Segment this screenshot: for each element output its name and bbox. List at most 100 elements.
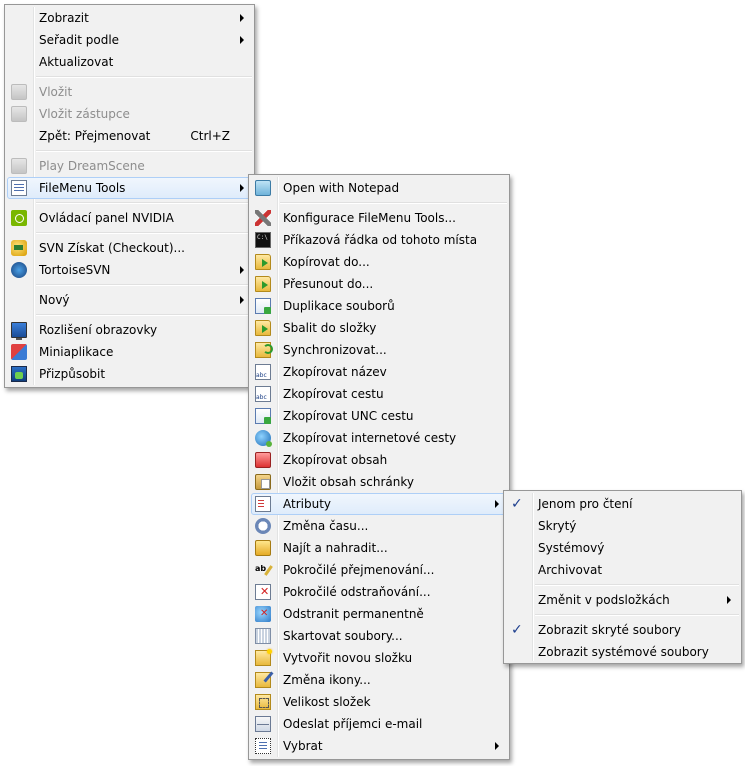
menu-item-filemenu-tools[interactable]: FileMenu Tools (7, 177, 252, 199)
menu-item-advanced-rename[interactable]: Pokročilé přejmenování... (251, 559, 507, 581)
menu-item-label: Duplikace souborů (283, 299, 395, 313)
menu-item-label: Seřadit podle (39, 33, 120, 47)
menu-item-nvidia-control-panel[interactable]: Ovládací panel NVIDIA (7, 207, 252, 229)
menu-item-copy-unc-path[interactable]: Zkopírovat UNC cestu (251, 405, 507, 427)
gadgets-icon (11, 344, 27, 360)
menu-item-attributes[interactable]: Atributy (251, 493, 507, 515)
menu-item-command-prompt-here[interactable]: Příkazová řádka od tohoto místa (251, 229, 507, 251)
copy-path-icon (255, 386, 271, 402)
menu-item-refresh[interactable]: Aktualizovat (7, 51, 252, 73)
dreamscene-icon (11, 158, 27, 174)
menu-item-view[interactable]: Zobrazit (7, 7, 252, 29)
menu-item-new-folder[interactable]: Vytvořit novou složku (251, 647, 507, 669)
menu-item-label: FileMenu Tools (39, 181, 126, 195)
menu-item-label: Open with Notepad (283, 181, 400, 195)
menu-item-change-in-subfolders[interactable]: Změnit v podsložkách (506, 589, 739, 611)
menu-item-label: Vložit obsah schránky (283, 475, 414, 489)
menu-separator (36, 202, 252, 204)
menu-item-gadgets[interactable]: Miniaplikace (7, 341, 252, 363)
menu-item-copy-path[interactable]: Zkopírovat cestu (251, 383, 507, 405)
menu-item-label: Rozlišení obrazovky (39, 323, 158, 337)
menu-item-label: Systémový (538, 541, 605, 555)
menu-item-copy-internet-paths[interactable]: Zkopírovat internetové cesty (251, 427, 507, 449)
menu-item-delete-permanently[interactable]: Odstranit permanentně (251, 603, 507, 625)
menu-item-label: Vložit zástupce (39, 107, 130, 121)
menu-item-copy-to[interactable]: Kopírovat do... (251, 251, 507, 273)
menu-item-pack-to-folder[interactable]: Sbalit do složky (251, 317, 507, 339)
filemenu-tools-submenu: Open with Notepad Konfigurace FileMenu T… (248, 174, 510, 760)
menu-item-label: Změna času... (283, 519, 369, 533)
menu-item-select[interactable]: Vybrat (251, 735, 507, 757)
attributes-submenu: ✓ Jenom pro čtení Skrytý Systémový Archi… (503, 490, 742, 664)
menu-item-archive[interactable]: Archivovat (506, 559, 739, 581)
copy-to-icon (255, 254, 271, 270)
menu-item-read-only[interactable]: ✓ Jenom pro čtení (506, 493, 739, 515)
menu-separator (535, 614, 739, 616)
synchronize-icon (255, 342, 273, 358)
checkmark-icon: ✓ (511, 496, 523, 512)
tortoisesvn-icon (11, 262, 27, 278)
menu-item-open-with-notepad[interactable]: Open with Notepad (251, 177, 507, 199)
menu-item-copy-name[interactable]: Zkopírovat název (251, 361, 507, 383)
menu-item-duplicate-files[interactable]: Duplikace souborů (251, 295, 507, 317)
menu-item-label: Přizpůsobit (39, 367, 106, 381)
menu-item-svn-checkout[interactable]: SVN Získat (Checkout)... (7, 237, 252, 259)
menu-item-shred-files[interactable]: Skartovat soubory... (251, 625, 507, 647)
menu-item-send-email[interactable]: Odeslat příjemci e-mail (251, 713, 507, 735)
menu-item-label: Archivovat (538, 563, 603, 577)
menu-item-label: Atributy (283, 497, 331, 511)
menu-item-folder-size[interactable]: Velikost složek (251, 691, 507, 713)
menu-item-label: TortoiseSVN (39, 263, 111, 277)
menu-item-label: Příkazová řádka od tohoto místa (283, 233, 478, 247)
menu-item-change-time[interactable]: Změna času... (251, 515, 507, 537)
menu-item-label: Najít a nahradit... (283, 541, 388, 555)
menu-item-change-icon[interactable]: Změna ikony... (251, 669, 507, 691)
menu-item-personalize[interactable]: Přizpůsobit (7, 363, 252, 385)
delete-permanently-icon (255, 606, 271, 622)
menu-item-label: Zkopírovat název (283, 365, 387, 379)
folder-size-icon (255, 694, 271, 710)
menu-item-label: Kopírovat do... (283, 255, 370, 269)
menu-item-configure-filemenu-tools[interactable]: Konfigurace FileMenu Tools... (251, 207, 507, 229)
menu-item-label: Odstranit permanentně (283, 607, 424, 621)
menu-item-system[interactable]: Systémový (506, 537, 739, 559)
menu-item-paste[interactable]: Vložit (7, 81, 252, 103)
menu-item-undo-rename[interactable]: Zpět: Přejmenovat Ctrl+Z (7, 125, 252, 147)
menu-item-find-replace[interactable]: Najít a nahradit... (251, 537, 507, 559)
menu-item-label: Play DreamScene (39, 159, 145, 173)
menu-item-label: Zkopírovat UNC cestu (283, 409, 414, 423)
menu-item-show-system-files[interactable]: Zobrazit systémové soubory (506, 641, 739, 663)
menu-item-synchronize[interactable]: Synchronizovat... (251, 339, 507, 361)
menu-item-label: Změnit v podsložkách (538, 593, 670, 607)
clock-icon (255, 518, 271, 534)
menu-item-label: Aktualizovat (39, 55, 114, 69)
menu-item-paste-shortcut[interactable]: Vložit zástupce (7, 103, 252, 125)
menu-item-hidden[interactable]: Skrytý (506, 515, 739, 537)
menu-item-new[interactable]: Nový (7, 289, 252, 311)
menu-item-label: Odeslat příjemci e-mail (283, 717, 423, 731)
copy-name-icon (255, 364, 271, 380)
filemenu-tools-icon (11, 180, 27, 196)
menu-item-advanced-delete[interactable]: Pokročilé odstraňování... (251, 581, 507, 603)
menu-separator (280, 202, 507, 204)
menu-item-paste-clipboard[interactable]: Vložit obsah schránky (251, 471, 507, 493)
submenu-arrow-icon (240, 36, 244, 44)
checkmark-icon: ✓ (511, 622, 523, 638)
menu-item-screen-resolution[interactable]: Rozlišení obrazovky (7, 319, 252, 341)
menu-item-label: Pokročilé přejmenování... (283, 563, 435, 577)
menu-item-copy-content[interactable]: Zkopírovat obsah (251, 449, 507, 471)
menu-item-label: Jenom pro čtení (538, 497, 633, 511)
menu-separator (36, 76, 252, 78)
menu-item-label: Skrytý (538, 519, 577, 533)
menu-item-show-hidden-files[interactable]: ✓ Zobrazit skryté soubory (506, 619, 739, 641)
menu-item-tortoisesvn[interactable]: TortoiseSVN (7, 259, 252, 281)
command-prompt-icon (255, 232, 271, 248)
menu-item-label: Zobrazit systémové soubory (538, 645, 709, 659)
menu-item-sort-by[interactable]: Seřadit podle (7, 29, 252, 51)
personalize-icon (11, 366, 27, 382)
menu-item-play-dreamscene[interactable]: Play DreamScene (7, 155, 252, 177)
menu-item-label: Velikost složek (283, 695, 371, 709)
email-icon (255, 716, 271, 732)
submenu-arrow-icon (495, 500, 499, 508)
menu-item-move-to[interactable]: Přesunout do... (251, 273, 507, 295)
